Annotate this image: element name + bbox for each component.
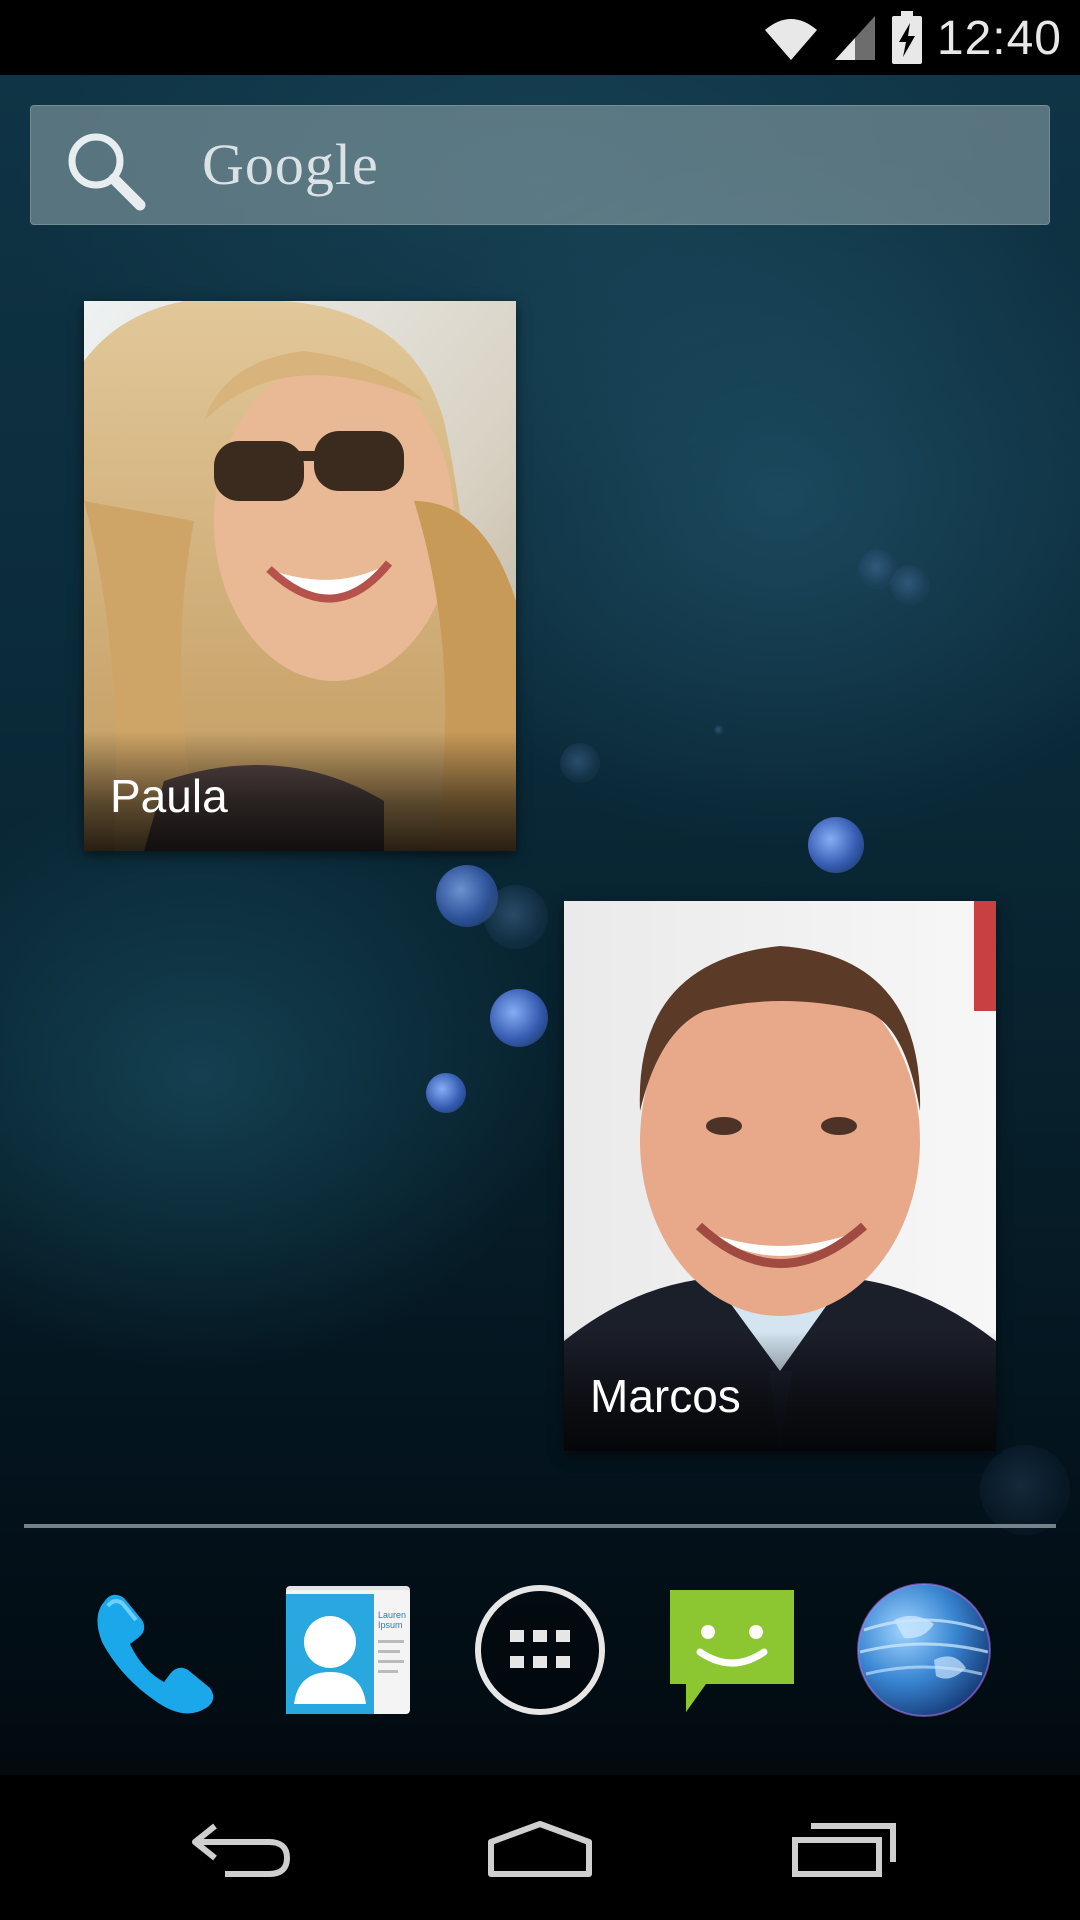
dock-apps-button[interactable] [470, 1580, 610, 1720]
contact-widget-marcos[interactable]: Marcos [564, 901, 996, 1451]
recents-icon [792, 1823, 896, 1877]
back-icon [192, 1823, 291, 1877]
home-button[interactable] [460, 1796, 620, 1900]
search-icon [68, 133, 146, 211]
contact-name: Marcos [590, 1370, 741, 1422]
dock-browser-button[interactable] [854, 1580, 994, 1720]
dock-people-button[interactable]: Lauren Ipsum [278, 1580, 418, 1720]
bokeh-dot [490, 989, 548, 1047]
messaging-icon [670, 1590, 794, 1712]
contact-name: Paula [110, 770, 228, 822]
clock: 12:40 [936, 11, 1062, 65]
app-drawer-icon [475, 1585, 605, 1715]
wifi-icon [764, 19, 817, 60]
search-label: Google [202, 132, 379, 197]
bokeh-dot [890, 565, 930, 605]
dock-divider [24, 1524, 1056, 1528]
dock-messaging-button[interactable] [662, 1580, 802, 1720]
contact-widget-paula[interactable]: Paula [84, 301, 516, 851]
card-text-line: Lauren [378, 1610, 406, 1620]
bokeh-dot [808, 817, 864, 873]
bokeh-dot [426, 1073, 466, 1113]
bokeh-dot [714, 725, 724, 735]
bokeh-dot [980, 1445, 1070, 1535]
phone-icon [97, 1594, 214, 1714]
back-button[interactable] [160, 1796, 320, 1900]
status-icons: 12:40 [763, 8, 1062, 68]
card-text-line: Ipsum [378, 1620, 403, 1630]
dock-phone-button[interactable] [84, 1580, 224, 1720]
navigation-bar [0, 1776, 1080, 1920]
contacts-icon: Lauren Ipsum [286, 1586, 410, 1714]
cell-signal-icon [834, 16, 875, 60]
status-bar: 12:40 [0, 0, 1080, 75]
recents-button[interactable] [764, 1796, 924, 1900]
home-screen: 12:40 Google Paula Marcos Lauren Ipsum [0, 0, 1080, 1920]
google-search-bar[interactable]: Google [30, 105, 1050, 225]
battery-charging-icon [891, 11, 922, 64]
bokeh-dot [560, 743, 600, 783]
globe-icon [857, 1583, 991, 1717]
home-icon [488, 1821, 592, 1877]
bokeh-dot [484, 885, 548, 949]
